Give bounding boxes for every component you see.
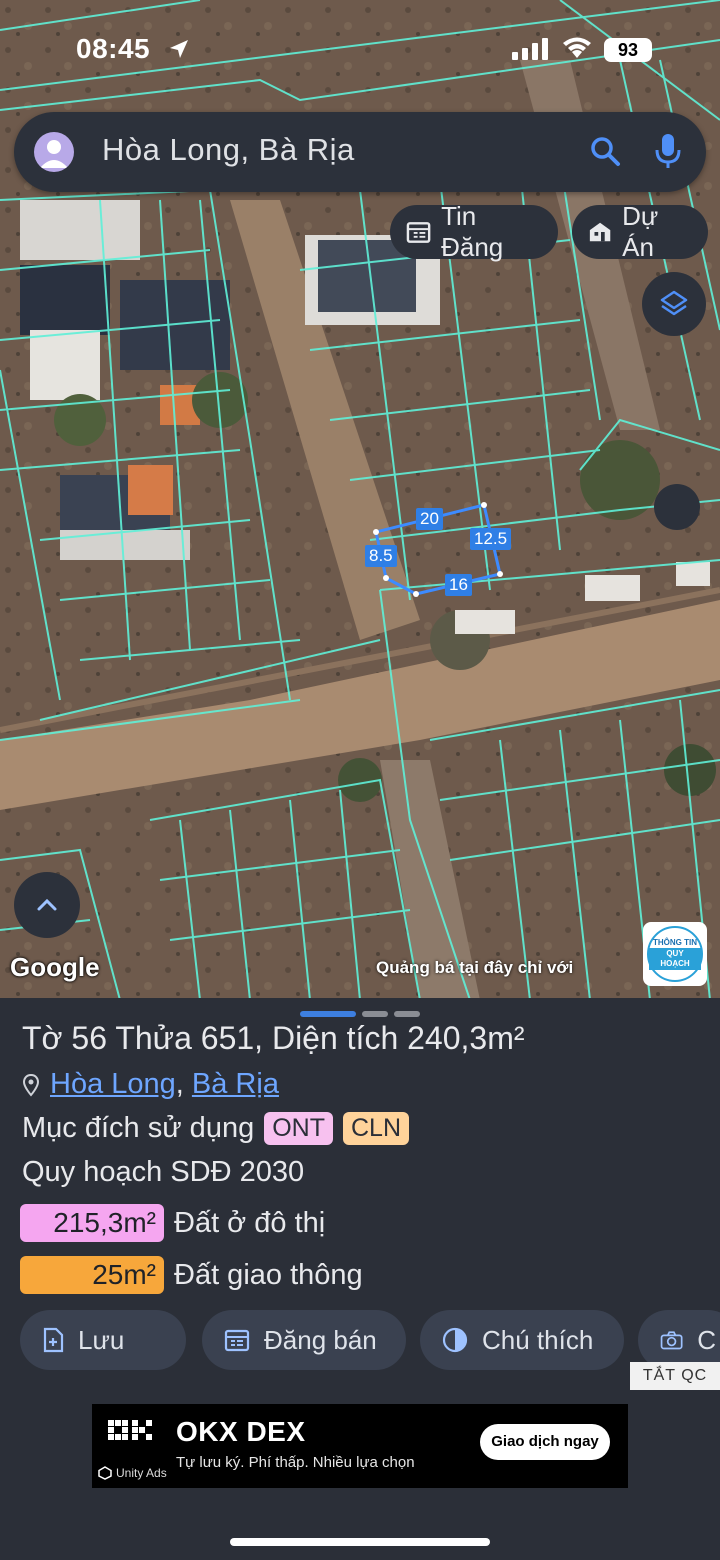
plot-number: 651: [200, 1020, 255, 1056]
location-separator: ,: [175, 1068, 184, 1100]
parcel-title: Tờ 56 Thửa 651, Diện tích 240,3m²: [22, 1020, 525, 1057]
dimension-right: 12.5: [470, 528, 512, 550]
page-dot: [362, 1011, 388, 1017]
du-an-button[interactable]: Dự Án: [572, 201, 708, 262]
google-attribution: Google: [10, 952, 100, 982]
plan-row-residential: 215,3m² Đất ở đô thị: [20, 1204, 325, 1242]
plan-value: 215,3m²: [20, 1204, 164, 1242]
battery-indicator: 93: [604, 38, 652, 62]
dimension-left: 8.5: [365, 545, 397, 567]
plot-label: Thửa: [115, 1020, 192, 1056]
logo-bottom-text: QUY HOẠCH: [649, 948, 701, 970]
tag-cln[interactable]: CLN: [342, 1112, 409, 1145]
legend-label: Chú thích: [482, 1324, 594, 1355]
camera-button[interactable]: C: [638, 1310, 720, 1370]
home-indicator[interactable]: [230, 1538, 490, 1546]
parcel-info-sheet: Tờ 56 Thửa 651, Diện tích 240,3m² Hòa Lo…: [0, 998, 720, 1560]
location-arrow-icon: [170, 40, 188, 58]
location-row: Hòa Long, Bà Rịa: [22, 1068, 279, 1101]
layers-icon: [660, 290, 688, 316]
district-link[interactable]: Bà Rịa: [192, 1068, 279, 1100]
tag-ont[interactable]: ONT: [264, 1112, 333, 1145]
location-pin-icon: [22, 1073, 40, 1097]
avatar[interactable]: [34, 132, 74, 172]
contrast-icon: [442, 1327, 468, 1353]
tin-dang-button[interactable]: Tin Đăng: [390, 201, 558, 262]
area-value: 240,3m²: [407, 1020, 525, 1056]
layers-button[interactable]: [642, 272, 706, 336]
camera-icon: [660, 1331, 683, 1350]
ad-network: Unity Ads: [98, 1466, 167, 1480]
legend-button[interactable]: Chú thích: [420, 1310, 624, 1370]
save-button[interactable]: Lưu: [20, 1310, 186, 1370]
plan-row-traffic: 25m² Đất giao thông: [20, 1256, 363, 1294]
post-sale-label: Đăng bán: [264, 1324, 377, 1355]
page-dot-active: [300, 1011, 356, 1017]
thong-tin-quy-hoach-logo[interactable]: THÔNG TIN QUY HOẠCH: [643, 922, 707, 986]
calendar-list-icon: [406, 222, 431, 243]
sheet-number: 56: [71, 1020, 108, 1056]
calendar-list-icon: [224, 1329, 250, 1352]
ad-caption: Quảng bá tại đây chỉ với: [376, 958, 574, 977]
title-prefix: Tờ: [22, 1020, 63, 1056]
file-add-icon: [43, 1327, 64, 1353]
tin-dang-label: Tin Đăng: [441, 201, 504, 262]
microphone-icon[interactable]: [654, 132, 682, 170]
ad-network-label: Unity Ads: [116, 1466, 167, 1480]
ad-tagline: Tự lưu ký. Phí thấp. Nhiều lựa chọn: [176, 1454, 415, 1471]
user-icon: [40, 140, 68, 168]
area-label: , Diện tích: [254, 1020, 399, 1056]
map-view[interactable]: 20 12.5 8.5 16 08:45 93 Hòa Long, Bà Rịa…: [0, 0, 720, 1000]
search-bar[interactable]: Hòa Long, Bà Rịa: [14, 112, 706, 192]
page-indicator[interactable]: [300, 1004, 426, 1017]
dimension-bottom: 16: [445, 574, 472, 596]
logo-top-text: THÔNG TIN: [653, 938, 697, 947]
building-icon: [589, 222, 611, 242]
status-time: 08:45: [76, 33, 151, 64]
plan-label: Quy hoạch SDĐ 2030: [22, 1156, 305, 1188]
wifi-icon: [563, 37, 591, 58]
page-dot: [394, 1011, 420, 1017]
chevron-up-icon: [37, 898, 57, 911]
plan-value: 25m²: [20, 1256, 164, 1294]
ad-banner[interactable]: OKX DEX Tự lưu ký. Phí thấp. Nhiều lựa c…: [92, 1404, 628, 1488]
du-an-label: Dự Án: [622, 201, 659, 262]
dimension-top: 20: [416, 508, 443, 530]
expand-up-button[interactable]: [14, 872, 80, 938]
commune-link[interactable]: Hòa Long: [50, 1068, 176, 1100]
search-input[interactable]: Hòa Long, Bà Rịa: [102, 132, 355, 168]
turn-off-ads-button[interactable]: TẮT QC: [630, 1362, 720, 1390]
status-bar: 08:45 93: [0, 30, 720, 70]
cellular-signal-icon: [512, 38, 548, 60]
purpose-label: Mục đích sử dụng: [22, 1112, 255, 1144]
plan-type: Đất ở đô thị: [174, 1206, 326, 1239]
plan-type: Đất giao thông: [174, 1258, 363, 1291]
ad-cta-button[interactable]: Giao dịch ngay: [480, 1424, 610, 1460]
search-icon[interactable]: [588, 134, 622, 168]
land-use-row: Mục đích sử dụng ONT CLN: [22, 1112, 409, 1145]
save-label: Lưu: [78, 1324, 125, 1355]
map-control-button[interactable]: [654, 484, 700, 530]
ad-title: OKX DEX: [176, 1416, 306, 1447]
camera-label: C: [697, 1324, 716, 1355]
post-sale-button[interactable]: Đăng bán: [202, 1310, 406, 1370]
unity-icon: [98, 1466, 112, 1480]
okx-logo-icon: [108, 1420, 152, 1440]
